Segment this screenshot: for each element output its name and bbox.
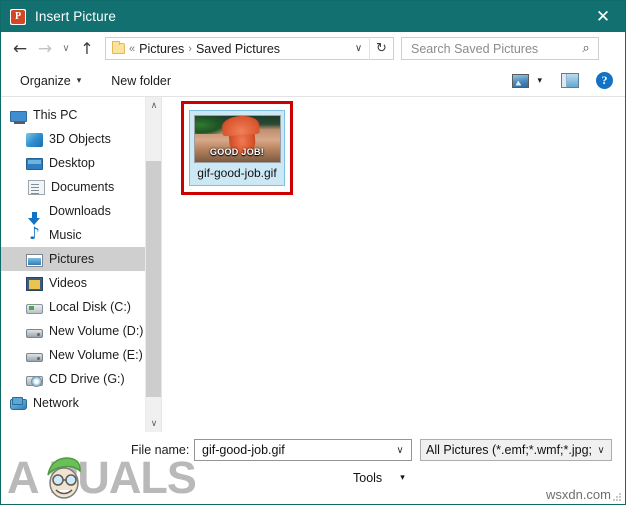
- sidebar-item-label: Documents: [51, 180, 115, 194]
- navigation-bar: ← → ∨ ↑ « Pictures › Saved Pictures ∨ ↻ …: [1, 32, 625, 65]
- file-name-field-label: File name:: [131, 443, 190, 457]
- help-icon[interactable]: ?: [596, 72, 613, 89]
- address-dropdown-icon[interactable]: ∨: [347, 43, 369, 54]
- search-icon[interactable]: ⌕: [574, 41, 598, 56]
- sidebar-item-this-pc[interactable]: This PC: [1, 103, 145, 127]
- tools-label: Tools: [353, 471, 383, 485]
- back-button[interactable]: ←: [7, 36, 33, 62]
- file-type-filter-dropdown[interactable]: All Pictures (*.emf;*.wmf;*.jpg;* ∨: [420, 439, 612, 461]
- scroll-down-icon[interactable]: ∨: [146, 415, 162, 432]
- computer-icon: [10, 110, 27, 124]
- file-name-input[interactable]: [200, 442, 389, 458]
- sidebar-item-3d-objects[interactable]: 3D Objects: [1, 127, 145, 151]
- up-button[interactable]: ↑: [75, 36, 99, 62]
- sidebar-item-label: New Volume (D:): [49, 324, 144, 338]
- sidebar-item-music[interactable]: Music: [1, 223, 145, 247]
- thumbnail-caption: GOOD JOB!: [209, 147, 265, 157]
- organize-button[interactable]: Organize ▾: [14, 70, 87, 92]
- resize-grip[interactable]: [612, 492, 622, 502]
- sidebar-item-new-volume-d[interactable]: New Volume (D:): [1, 319, 145, 343]
- scrollbar-thumb[interactable]: [146, 161, 162, 397]
- sidebar-item-label: Videos: [49, 276, 87, 290]
- list-item[interactable]: GOOD JOB! gif-good-job.gif: [189, 110, 285, 186]
- file-list-pane[interactable]: GOOD JOB! gif-good-job.gif: [161, 97, 625, 432]
- sidebar-item-label: Desktop: [49, 156, 95, 170]
- sidebar-item-label: CD Drive (G:): [49, 372, 125, 386]
- picture-view-icon[interactable]: [512, 73, 530, 88]
- address-prefix: «: [129, 42, 136, 55]
- sidebar-item-cd-drive-g[interactable]: CD Drive (G:): [1, 367, 145, 391]
- sidebar-item-desktop[interactable]: Desktop: [1, 151, 145, 175]
- sidebar-item-local-disk-c[interactable]: Local Disk (C:): [1, 295, 145, 319]
- music-note-icon: [26, 224, 43, 244]
- dialog-body: This PC 3D Objects Desktop Documents Downloa…: [1, 97, 625, 432]
- hard-drive-icon: [26, 303, 43, 314]
- breadcrumb-pictures[interactable]: Pictures: [139, 42, 184, 56]
- chevron-down-icon: ▾: [76, 75, 82, 86]
- chevron-down-icon[interactable]: ∨: [389, 445, 411, 456]
- network-icon: [10, 397, 27, 410]
- sidebar-item-label: Downloads: [49, 204, 111, 218]
- sidebar-item-label: This PC: [33, 108, 78, 122]
- cube-icon: [26, 132, 43, 147]
- powerpoint-icon-letter: P: [11, 9, 25, 24]
- sidebar-item-label: 3D Objects: [49, 132, 111, 146]
- sidebar-item-downloads[interactable]: Downloads: [1, 199, 145, 225]
- new-folder-button[interactable]: New folder: [105, 70, 177, 92]
- sidebar-item-label: Music: [49, 228, 82, 242]
- sidebar-item-pictures[interactable]: Pictures: [1, 247, 145, 271]
- sidebar-scrollbar[interactable]: ∧ ∨: [145, 97, 162, 432]
- new-folder-label: New folder: [111, 73, 172, 88]
- organize-label: Organize: [20, 73, 71, 88]
- tools-button[interactable]: Tools ▾: [353, 471, 405, 485]
- preview-pane-icon[interactable]: [561, 73, 579, 88]
- title-bar: P Insert Picture ✕: [1, 1, 625, 32]
- sidebar-item-network[interactable]: Network: [1, 391, 145, 415]
- sidebar-item-label: Local Disk (C:): [49, 300, 131, 314]
- breadcrumb-separator: ›: [188, 42, 192, 55]
- chevron-down-icon: ▾: [400, 473, 405, 483]
- breadcrumb-saved-pictures[interactable]: Saved Pictures: [196, 42, 280, 56]
- desktop-icon: [26, 158, 43, 170]
- close-icon[interactable]: ✕: [581, 1, 625, 32]
- sidebar-item-new-volume-e[interactable]: New Volume (E:): [1, 343, 145, 367]
- address-bar[interactable]: « Pictures › Saved Pictures ∨ ↻: [105, 37, 394, 60]
- sidebar-item-documents[interactable]: Documents: [1, 175, 145, 199]
- command-bar-right: ▾ ?: [512, 72, 625, 89]
- folder-icon: [112, 41, 125, 54]
- insert-picture-dialog: P Insert Picture ✕ ← → ∨ ↑ « Pictures › …: [0, 0, 626, 505]
- drive-icon: [26, 352, 43, 362]
- file-name-label: gif-good-job.gif: [197, 166, 277, 180]
- search-input[interactable]: [409, 40, 574, 57]
- command-bar: Organize ▾ New folder ▾ ?: [1, 65, 625, 97]
- thumbnail-background: [194, 116, 224, 135]
- preview-pane-right: [567, 74, 578, 87]
- documents-icon: [28, 179, 45, 195]
- chevron-down-icon[interactable]: ▾: [537, 76, 542, 86]
- window-title: Insert Picture: [35, 9, 116, 24]
- dialog-footer: File name: ∨ All Pictures (*.emf;*.wmf;*…: [1, 432, 625, 504]
- sidebar-item-label: Network: [33, 396, 79, 410]
- pictures-icon: [26, 253, 43, 267]
- videos-icon: [26, 276, 43, 291]
- navigation-sidebar: This PC 3D Objects Desktop Documents Downloa…: [1, 97, 145, 432]
- file-type-filter-value: All Pictures (*.emf;*.wmf;*.jpg;*: [426, 443, 591, 457]
- sidebar-item-label: New Volume (E:): [49, 348, 143, 362]
- scroll-up-icon[interactable]: ∧: [146, 97, 162, 114]
- file-thumbnail: GOOD JOB!: [193, 115, 281, 163]
- chevron-down-icon: ∨: [597, 444, 605, 456]
- search-box[interactable]: ⌕: [401, 37, 599, 60]
- sidebar-item-videos[interactable]: Videos: [1, 271, 145, 295]
- forward-button[interactable]: →: [33, 36, 57, 62]
- file-name-combo[interactable]: ∨: [194, 439, 412, 461]
- refresh-icon[interactable]: ↻: [369, 37, 393, 60]
- cd-drive-icon: [26, 375, 43, 387]
- sidebar-item-label: Pictures: [49, 252, 95, 266]
- drive-icon: [26, 328, 43, 338]
- recent-locations-button[interactable]: ∨: [57, 36, 75, 62]
- powerpoint-icon: P: [10, 8, 26, 25]
